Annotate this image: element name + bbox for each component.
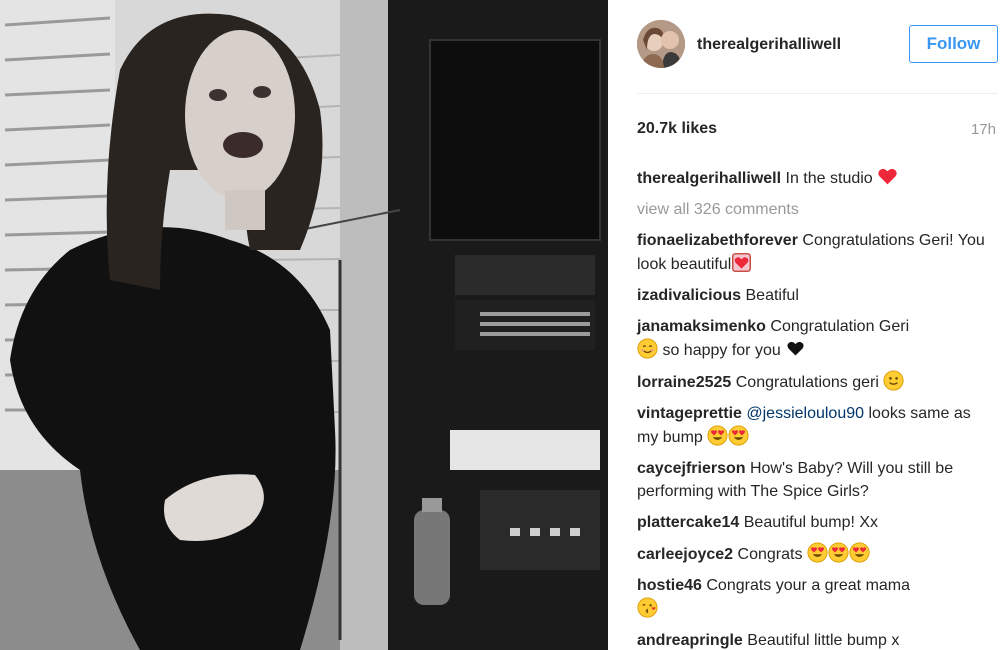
comment-username[interactable]: plattercake14 [637, 514, 739, 531]
post-time[interactable]: 17h [971, 121, 996, 138]
comment-text: Congratulations geri [735, 374, 879, 391]
caption-username[interactable]: therealgerihalliwell [637, 170, 781, 187]
comment-username[interactable]: izadivalicious [637, 287, 741, 304]
list-item: fionaelizabethforever Congratulations Ge… [637, 229, 995, 276]
comment-text: Congrats [737, 546, 803, 563]
post-username[interactable]: therealgerihalliwell [697, 36, 841, 54]
comment-text: Congrats your a great mama [706, 577, 911, 594]
list-item: janamaksimenko Congratulation Geri so ha… [637, 315, 995, 362]
comment-username[interactable]: vintageprettie [637, 405, 742, 422]
list-item: plattercake14 Beautiful bump! Xx [637, 511, 995, 534]
comment-username[interactable]: andreapringle [637, 632, 743, 649]
comment-username[interactable]: caycejfrierson [637, 460, 746, 477]
comment-text: Congratulation Geri [770, 318, 910, 335]
likes-count[interactable]: 20.7k likes [637, 120, 717, 138]
black-heart-icon [787, 341, 804, 356]
list-item: vintageprettie @jessieloulou90 looks sam… [637, 402, 995, 449]
heart-gift-icon [732, 253, 752, 272]
list-item: caycejfrierson How's Baby? Will you stil… [637, 457, 995, 503]
kissing-face-icon [637, 597, 658, 618]
list-item: hostie46 Congrats your a great mama [637, 574, 995, 621]
heart-eyes-icon [807, 542, 828, 563]
list-item: carleejoyce2 Congrats [637, 542, 995, 566]
comment-text: Beautiful bump! Xx [743, 514, 879, 531]
heart-eyes-icon [707, 425, 728, 446]
comment-text: Beautiful little bump x [747, 632, 900, 649]
smiling-face-icon [637, 338, 658, 359]
comments-list: therealgerihalliwell In the studio view … [637, 166, 995, 650]
comment-username[interactable]: hostie46 [637, 577, 702, 594]
post-photo[interactable] [0, 0, 608, 650]
studio-photo-illustration [0, 0, 608, 650]
header-divider [637, 93, 998, 94]
list-item: andreapringle Beautiful little bump x [637, 629, 995, 650]
comment-username[interactable]: carleejoyce2 [637, 546, 733, 563]
comment-username[interactable]: fionaelizabethforever [637, 232, 798, 249]
heart-eyes-icon [849, 542, 870, 563]
comment-text-continued: so happy for you [662, 342, 781, 359]
avatar[interactable] [637, 20, 685, 68]
view-all-comments-link[interactable]: view all 326 comments [637, 198, 995, 221]
list-item: izadivalicious Beatiful [637, 284, 995, 307]
comment-mention-link[interactable]: @jessieloulou90 [746, 405, 864, 422]
list-item: lorraine2525 Congratulations geri [637, 370, 995, 394]
post-header: therealgerihalliwell Follow [608, 0, 1000, 92]
comment-text: Beatiful [745, 287, 799, 304]
avatar-photo-icon [637, 20, 685, 68]
heart-eyes-icon [828, 542, 849, 563]
red-heart-icon [878, 168, 897, 185]
caption-text: In the studio [785, 170, 873, 187]
slight-smile-icon [883, 370, 904, 391]
heart-eyes-icon [728, 425, 749, 446]
follow-button[interactable]: Follow [909, 25, 998, 63]
comment-username[interactable]: janamaksimenko [637, 318, 766, 335]
comment-username[interactable]: lorraine2525 [637, 374, 731, 391]
caption: therealgerihalliwell In the studio [637, 166, 995, 190]
post-details-panel: therealgerihalliwell Follow 20.7k likes … [608, 0, 1000, 650]
